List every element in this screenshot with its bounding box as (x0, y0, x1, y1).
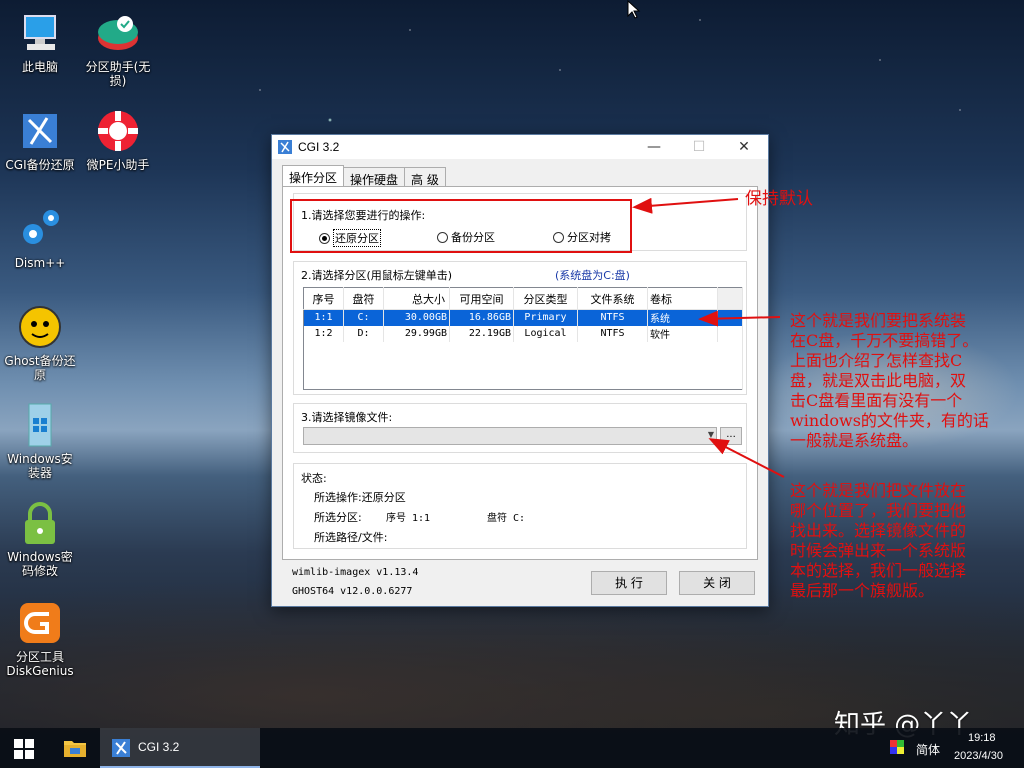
taskbar-explorer[interactable] (52, 728, 98, 768)
taskbar-cgi-label: CGI 3.2 (138, 740, 180, 754)
taskbar: CGI 3.2 简体 19:18 2023/4/30 (0, 728, 1024, 768)
annotation-keep-default: 保持默认 (745, 189, 813, 209)
annotation-image-file: 这个就是我们把文件放在 哪个位置了，我们要把他 找出来。选择镜像文件的 时候会弹… (790, 481, 966, 601)
annotation-line: 击C盘看里面有没有一个 (790, 391, 963, 410)
annotation-system-disk: 这个就是我们要把系统装 在C盘，千万不要搞错了。 上面也介绍了怎样查找C 盘，就… (790, 311, 989, 451)
annotation-line: 盘，就是双击此电脑，双 (790, 371, 967, 390)
taskbar-cgi[interactable]: CGI 3.2 (100, 728, 260, 768)
annotation-line: 上面也介绍了怎样查找C (790, 351, 963, 370)
annotation-line: 最后那一个旗舰版。 (790, 581, 935, 600)
annotation-line: windows的文件夹，有的话 (790, 411, 989, 430)
annotation-line: 一般就是系统盘。 (790, 431, 919, 450)
color-palette-icon[interactable] (890, 740, 904, 754)
folder-icon (64, 741, 86, 757)
clock-time[interactable]: 19:18 (968, 732, 996, 744)
annotation-line: 这个就是我们把文件放在 (790, 481, 967, 500)
annotation-line: 找出来。选择镜像文件的 (790, 521, 967, 540)
start-button[interactable] (0, 728, 48, 768)
ime-indicator[interactable]: 简体 (916, 741, 940, 758)
annotation-line: 在C盘，千万不要搞错了。 (790, 331, 979, 350)
annotation-line: 这个就是我们要把系统装 (790, 311, 967, 330)
cgi-app-icon (112, 739, 130, 757)
annotation-line: 本的选择，我们一般选择 (790, 561, 967, 580)
arrow-image-file (708, 438, 785, 478)
windows-logo-icon (14, 739, 34, 759)
annotation-line: 哪个位置了，我们要把他 (790, 501, 967, 520)
arrow-system-disk (698, 310, 781, 327)
clock-date[interactable]: 2023/4/30 (954, 750, 1003, 762)
annotation-line: 时候会弹出来一个系统版 (790, 541, 967, 560)
arrow-keep-default (632, 197, 739, 214)
